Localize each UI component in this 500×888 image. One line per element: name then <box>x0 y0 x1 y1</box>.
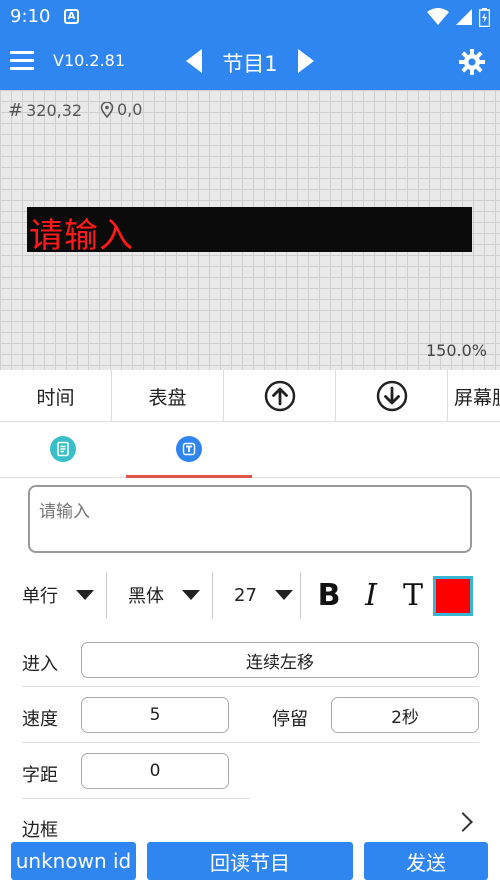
stay-select[interactable]: 2秒 <box>331 697 479 733</box>
led-preview-canvas[interactable]: # 320,32 0,0 请输入 150.0% <box>0 90 500 370</box>
tab-document[interactable] <box>0 422 126 478</box>
notification-a-icon: A <box>64 9 79 24</box>
app-toolbar: V10.2.81 节目1 <box>0 34 500 90</box>
chevron-down-icon <box>182 590 200 600</box>
editor-tabs <box>0 422 500 478</box>
add-dial-label: 表盘 <box>148 386 187 409</box>
location-pin-icon <box>100 101 114 118</box>
grid-size-icon: # <box>8 100 24 121</box>
line-mode-value: 单行 <box>22 586 58 607</box>
bold-label: B <box>317 577 341 613</box>
read-back-label: 回读节目 <box>210 850 290 875</box>
screen-detach-button[interactable]: 屏幕脱 <box>448 370 500 421</box>
font-size-dropdown[interactable]: 27 <box>234 566 293 624</box>
spacing-label: 字距 <box>22 765 58 786</box>
action-bar: 时间 表盘 屏幕脱 <box>0 370 500 422</box>
position-value: 0,0 <box>117 100 143 119</box>
led-text: 请输入 <box>29 216 134 256</box>
led-display-area[interactable]: 请输入 <box>27 207 472 256</box>
previous-program-arrow-icon[interactable] <box>186 49 202 73</box>
arrow-down-circle-icon <box>376 380 407 412</box>
font-dropdown[interactable]: 黑体 <box>128 566 200 624</box>
italic-button[interactable]: I <box>356 576 386 614</box>
divider <box>22 742 479 743</box>
italic-label: I <box>365 577 377 613</box>
divider <box>22 798 250 799</box>
app-version: V10.2.81 <box>53 51 126 70</box>
line-mode-dropdown[interactable]: 单行 <box>22 566 94 624</box>
device-id-button[interactable]: unknown id <box>11 842 136 880</box>
add-dial-button[interactable]: 表盘 <box>112 370 224 421</box>
text-color-swatch[interactable] <box>433 576 473 616</box>
text-style-button[interactable]: T <box>398 576 428 614</box>
add-time-label: 时间 <box>36 386 75 409</box>
screen-size-readout: # 320,32 <box>8 100 82 121</box>
chevron-right-icon[interactable] <box>453 812 473 832</box>
read-back-program-button[interactable]: 回读节目 <box>147 842 353 880</box>
font-value: 黑体 <box>128 586 164 607</box>
text-icon <box>176 436 202 462</box>
speed-label: 速度 <box>22 709 58 730</box>
move-down-button[interactable] <box>336 370 448 421</box>
chevron-down-icon <box>76 590 94 600</box>
stay-value: 2秒 <box>391 707 419 728</box>
enter-effect-select[interactable]: 连续左移 <box>81 642 479 678</box>
enter-label: 进入 <box>22 654 58 675</box>
tab-text[interactable] <box>126 422 252 478</box>
divider <box>300 572 301 618</box>
add-time-button[interactable]: 时间 <box>0 370 112 421</box>
speed-select[interactable]: 5 <box>81 697 229 733</box>
signal-icon <box>456 9 472 25</box>
font-size-value: 27 <box>234 584 257 606</box>
document-icon <box>50 436 76 462</box>
move-up-button[interactable] <box>224 370 336 421</box>
bold-button[interactable]: B <box>314 576 344 614</box>
settings-gear-icon[interactable] <box>459 49 485 75</box>
zoom-level: 150.0% <box>426 341 488 360</box>
divider <box>212 572 213 618</box>
send-label: 发送 <box>406 850 446 875</box>
next-program-arrow-icon[interactable] <box>298 49 314 73</box>
status-time: 9:10 <box>10 6 51 27</box>
wifi-icon <box>427 8 449 25</box>
send-button[interactable]: 发送 <box>364 842 488 880</box>
chevron-down-icon <box>274 590 293 600</box>
battery-icon <box>479 7 490 27</box>
device-id-label: unknown id <box>15 849 132 873</box>
position-readout: 0,0 <box>100 100 142 119</box>
stay-label: 停留 <box>272 709 308 730</box>
border-label[interactable]: 边框 <box>22 816 58 842</box>
text-format-row: 单行 黑体 27 B I T <box>0 566 500 624</box>
divider <box>106 572 107 618</box>
status-bar: 9:10 A <box>0 0 500 34</box>
spacing-value: 0 <box>149 761 161 781</box>
text-style-label: T <box>402 577 423 613</box>
system-icons <box>427 7 490 27</box>
speed-value: 5 <box>149 705 161 725</box>
enter-effect-value: 连续左移 <box>246 652 314 673</box>
divider <box>22 686 479 687</box>
screen-size-value: 320,32 <box>26 101 83 120</box>
arrow-up-circle-icon <box>264 380 295 412</box>
program-title: 节目1 <box>222 52 278 76</box>
menu-icon[interactable] <box>10 51 34 71</box>
led-text-input[interactable] <box>28 485 472 553</box>
screen-detach-label: 屏幕脱 <box>454 386 500 409</box>
spacing-select[interactable]: 0 <box>81 753 229 789</box>
